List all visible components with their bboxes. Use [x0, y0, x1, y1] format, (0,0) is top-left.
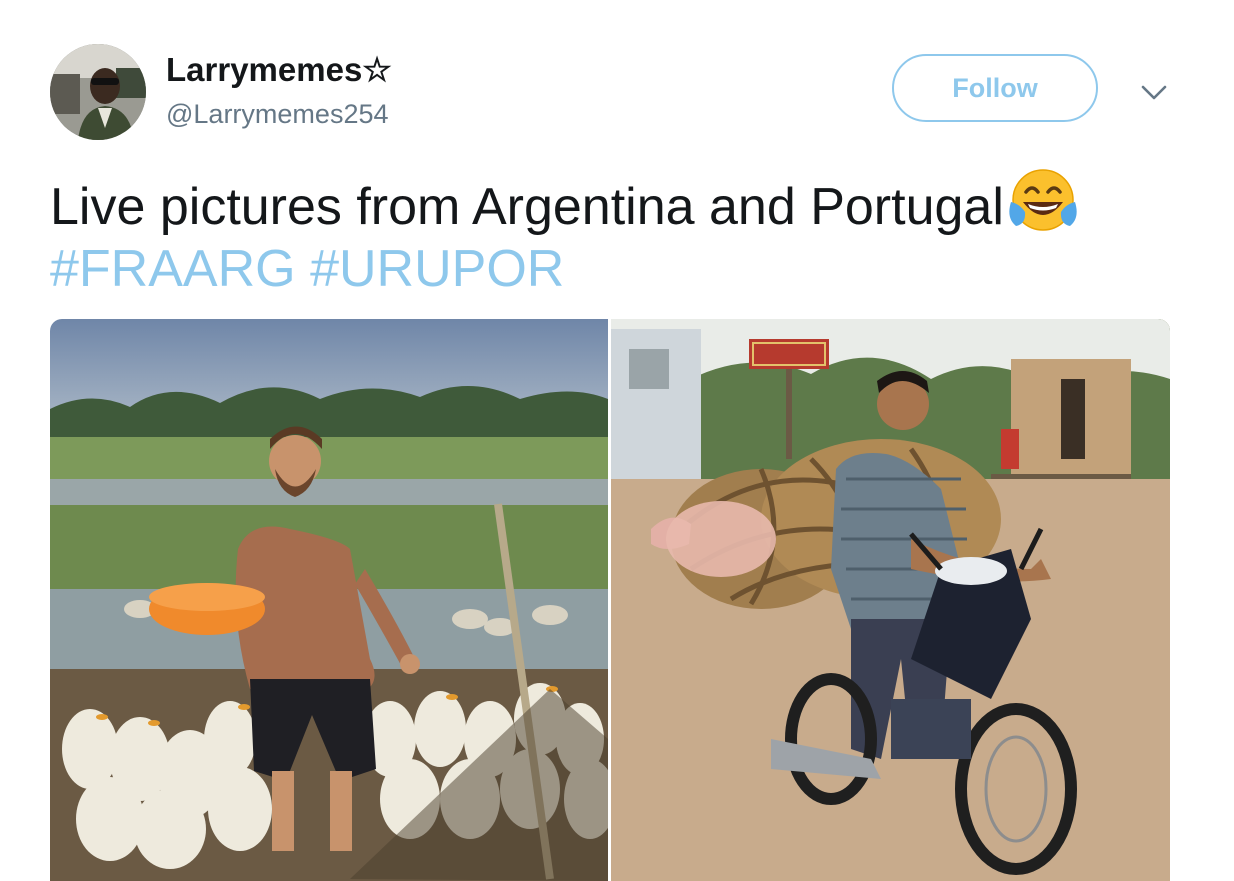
hashtag-urupor[interactable]: #URUPOR — [310, 240, 564, 298]
hashtag-fraarg[interactable]: #FRAARG — [50, 240, 296, 298]
author-display-name[interactable]: Larrymemes☆ — [166, 50, 392, 90]
author-handle[interactable]: @Larrymemes254 — [166, 97, 389, 131]
hashtag-list: #FRAARG #URUPOR — [50, 238, 564, 301]
media-grid — [50, 319, 1170, 881]
photo-motorcycle-pig[interactable] — [611, 319, 1170, 881]
tweet-text-body: Live pictures from Argentina and Portuga… — [50, 178, 1004, 236]
photo-duck-farmer[interactable] — [50, 319, 616, 881]
face-with-tears-of-joy-icon — [1008, 168, 1078, 249]
follow-button[interactable]: Follow — [892, 54, 1098, 122]
avatar[interactable] — [50, 44, 146, 140]
tweet-text: Live pictures from Argentina and Portuga… — [50, 168, 1190, 249]
chevron-down-icon[interactable] — [1138, 78, 1170, 106]
